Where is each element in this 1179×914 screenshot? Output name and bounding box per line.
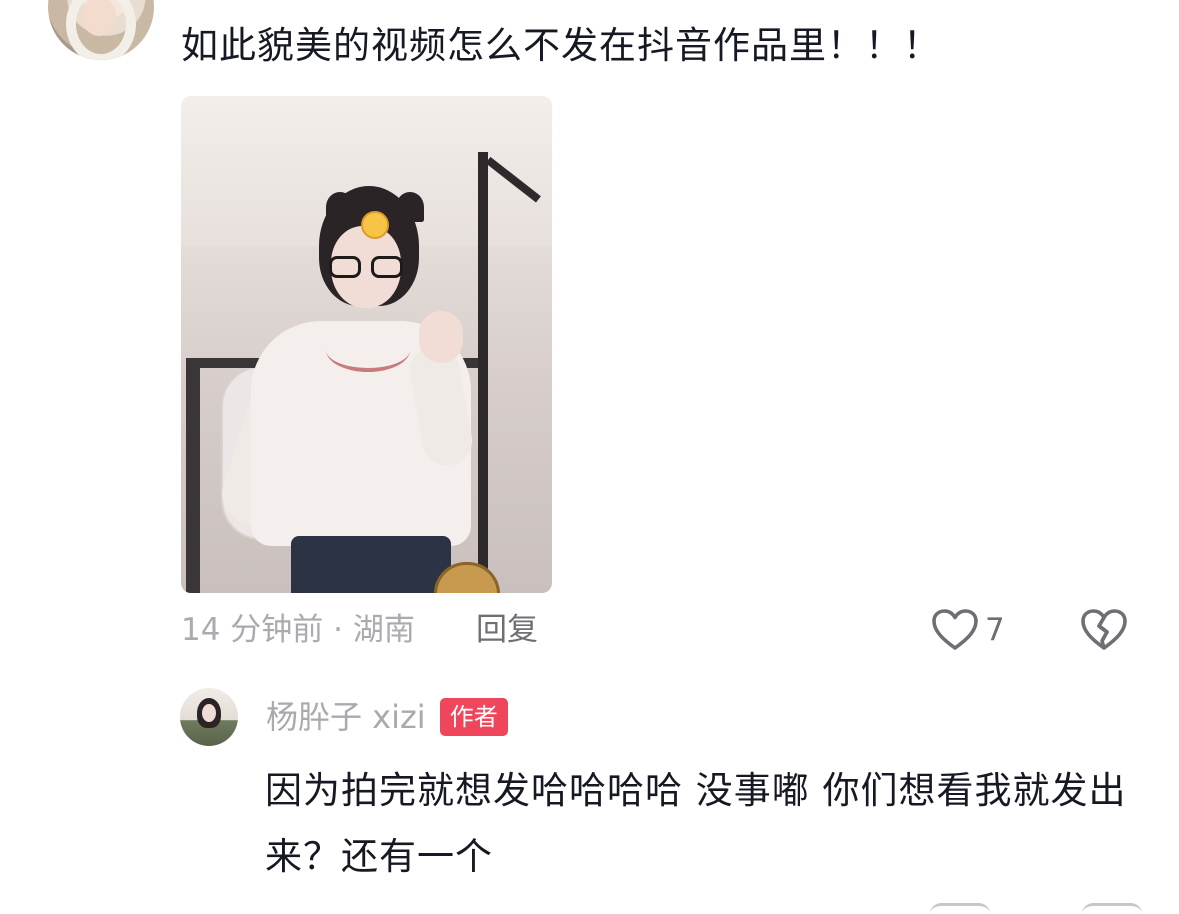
- photo-fist: [419, 311, 463, 363]
- heart-outline-icon: [932, 609, 978, 650]
- cat-ear-left: [326, 192, 354, 222]
- comment-media-image[interactable]: [181, 96, 552, 593]
- comment-text: 如此貌美的视频怎么不发在抖音作品里！！！: [181, 24, 941, 67]
- reply-text: 因为拍完就想发哈哈哈哈 没事嘟 你们想看我就发出来？还有一个: [265, 769, 1127, 878]
- broken-heart-icon[interactable]: [1079, 608, 1129, 652]
- photo-door-frame-right: [478, 152, 488, 593]
- avatar-face: [202, 704, 216, 722]
- next-dislike-icon-peek: [1082, 903, 1142, 914]
- emoji-sticker: [361, 211, 389, 239]
- commenter-avatar[interactable]: [48, 0, 154, 60]
- glasses-lens-left: [329, 256, 361, 278]
- photo-jeans: [291, 536, 451, 593]
- glasses-lens-right: [371, 256, 403, 278]
- cat-ear-right: [396, 192, 424, 222]
- like-button[interactable]: 7: [931, 608, 1005, 652]
- reply-username[interactable]: 杨肸子 xizi: [266, 694, 426, 740]
- reply-header: 杨肸子 xizi 作者: [266, 694, 508, 740]
- photo-sweater-trim: [326, 328, 410, 372]
- comment-time-location: 14 分钟前 · 湖南: [181, 612, 415, 648]
- comment-meta-row: 14 分钟前 · 湖南 回复 7: [181, 608, 1141, 652]
- reply-button[interactable]: 回复: [476, 608, 538, 652]
- author-avatar[interactable]: [180, 688, 238, 746]
- next-like-icon-peek: [930, 903, 990, 914]
- like-count: 7: [985, 612, 1005, 648]
- photo-door-frame: [186, 358, 200, 593]
- author-badge: 作者: [439, 698, 508, 736]
- photo-glasses: [329, 256, 405, 278]
